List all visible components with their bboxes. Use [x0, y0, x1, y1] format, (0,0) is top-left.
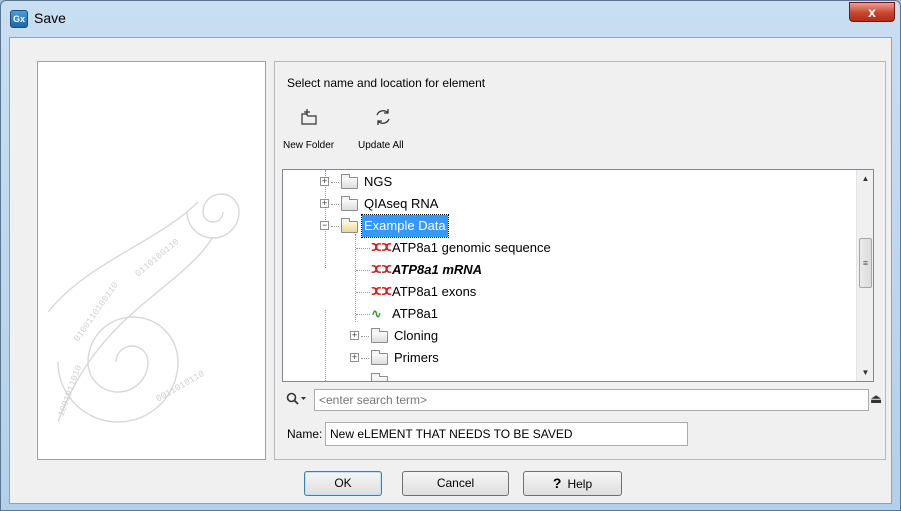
svg-text:0100110100110: 0100110100110 [72, 280, 120, 343]
nucleotide-sequence-icon: ⵋⵋ [371, 242, 393, 254]
help-button-label: Help [567, 477, 593, 491]
folder-icon [371, 373, 388, 381]
decorative-spiral-graphic: 0100110100110 0110100110 1001011010 0011… [47, 193, 240, 423]
svg-text:1001011010: 1001011010 [56, 364, 84, 418]
svg-text:0011010110: 0011010110 [155, 369, 207, 405]
scroll-thumb[interactable]: ≡ [859, 238, 872, 288]
tree-guide-line [331, 182, 339, 183]
nucleotide-sequence-icon: ⵋⵋ [371, 286, 393, 298]
tree-guide-line [331, 204, 339, 205]
new-folder-button[interactable]: New Folder [283, 140, 334, 151]
name-label: Name: [287, 427, 323, 441]
expand-icon[interactable]: + [350, 353, 359, 362]
tree-item-label: Cloning [394, 328, 439, 343]
tree-item-label: Example Data [361, 214, 449, 238]
tree-item-example-data[interactable]: − Example Data [283, 214, 853, 238]
collapse-icon[interactable]: − [320, 221, 329, 230]
close-button[interactable]: x [849, 2, 895, 22]
tree-item-label: ATP8a1 mRNA [392, 262, 483, 277]
update-all-button[interactable]: Update All [358, 140, 404, 151]
tree-item-label: Primers [394, 350, 439, 365]
tree-item-atp8a1-genomic-sequence[interactable]: ⵋⵋ ATP8a1 genomic sequence [283, 237, 853, 259]
tree-item-label: ATP8a1 exons [392, 284, 477, 299]
tree-item-primers[interactable]: + Primers [283, 347, 853, 369]
expand-icon[interactable]: + [320, 177, 329, 186]
folder-icon [341, 174, 358, 189]
nucleotide-sequence-icon: ⵋⵋ [371, 264, 393, 276]
tree-item-qiaseq-rna[interactable]: + QIAseq RNA [283, 193, 853, 215]
cancel-button[interactable]: Cancel [402, 471, 509, 496]
tree-item-label: QIAseq RNA [364, 196, 439, 211]
search-icon[interactable] [286, 392, 308, 409]
tree-guide-line [361, 358, 369, 359]
search-input[interactable] [314, 389, 869, 411]
name-input[interactable] [325, 422, 688, 446]
refresh-icon[interactable] [373, 107, 393, 132]
tree-item-cloning[interactable]: + Cloning [283, 325, 853, 347]
folder-icon [371, 328, 388, 343]
help-icon: ? [552, 475, 562, 491]
tree-guide-line [356, 314, 370, 315]
window-title: Save [34, 10, 66, 26]
ok-button[interactable]: OK [304, 471, 382, 496]
tree-guide-line [361, 336, 369, 337]
protein-sequence-icon: ∿ [371, 306, 382, 321]
panel-heading: Select name and location for element [287, 76, 486, 90]
expand-icon[interactable]: + [320, 199, 329, 208]
open-folder-icon [341, 218, 358, 233]
tree-item-ngs[interactable]: + NGS [283, 171, 853, 193]
scroll-down-arrow-icon[interactable]: ▼ [857, 368, 873, 377]
location-panel: Select name and location for element New… [274, 61, 886, 460]
app-icon: Gx [10, 10, 28, 28]
expand-icon[interactable]: + [350, 331, 359, 340]
tree-guide-line [356, 270, 370, 271]
help-button[interactable]: ? Help [523, 471, 622, 496]
tree-guide-line [356, 248, 370, 249]
dialog-content: 0100110100110 0110100110 1001011010 0011… [9, 37, 892, 504]
folder-tree[interactable]: + NGS + QIAseq RNA − Example Data ⵋⵋ ATP… [282, 169, 874, 382]
tree-item-label: NGS [364, 174, 393, 189]
new-folder-icon[interactable] [299, 107, 319, 132]
tree-item-atp8a1-mrna[interactable]: ⵋⵋ ATP8a1 mRNA [283, 259, 853, 281]
save-dialog: Gx Save x 0100110100110 0110100110 10010… [0, 0, 901, 511]
tree-item-label: ATP8a1 [392, 306, 439, 321]
folder-icon [341, 196, 358, 211]
title-bar[interactable]: Gx Save x [1, 1, 900, 37]
wizard-side-image: 0100110100110 0110100110 1001011010 0011… [37, 61, 266, 460]
tree-item-atp8a1[interactable]: ∿ ATP8a1 [283, 303, 853, 325]
tree-item-atp8a1-exons[interactable]: ⵋⵋ ATP8a1 exons [283, 281, 853, 303]
tree-guide-line [331, 226, 339, 227]
collapse-search-icon[interactable]: ⏏ [870, 391, 882, 407]
folder-icon [371, 350, 388, 365]
tree-item-label: ATP8a1 genomic sequence [392, 240, 551, 255]
scroll-up-arrow-icon[interactable]: ▲ [857, 174, 873, 183]
tree-scrollbar[interactable]: ▲ ≡ ▼ [856, 170, 873, 381]
tree-guide-line [356, 292, 370, 293]
